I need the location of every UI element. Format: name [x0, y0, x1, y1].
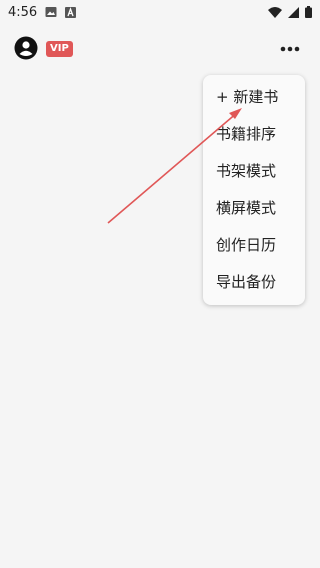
status-bar: 4:56 [0, 0, 320, 24]
status-time: 4:56 [8, 4, 38, 20]
account-circle-icon[interactable] [14, 36, 38, 60]
menu-item-export-backup[interactable]: 导出备份 [203, 264, 305, 301]
menu-item-new-book[interactable]: + 新建书 [203, 79, 305, 116]
more-horizontal-icon[interactable] [276, 37, 304, 61]
vip-badge[interactable]: VIP [46, 41, 73, 57]
header: VIP [0, 34, 320, 64]
image-icon [45, 6, 57, 18]
menu-item-shelf-mode[interactable]: 书架模式 [203, 153, 305, 190]
menu-item-writing-calendar[interactable]: 创作日历 [203, 227, 305, 264]
signal-icon [288, 6, 299, 18]
battery-icon [305, 6, 312, 18]
menu-item-landscape-mode[interactable]: 横屏模式 [203, 190, 305, 227]
a-icon [65, 6, 77, 18]
overflow-menu: + 新建书 书籍排序 书架模式 横屏模式 创作日历 导出备份 [203, 75, 305, 305]
wifi-icon [268, 6, 282, 18]
menu-item-sort-books[interactable]: 书籍排序 [203, 116, 305, 153]
